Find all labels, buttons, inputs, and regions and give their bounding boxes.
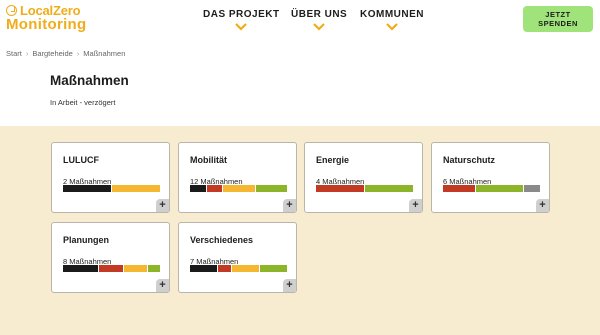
breadcrumb: Start › Bargteheide › Maßnahmen [6,49,125,58]
status-segment-red [99,265,123,272]
page-title: Maßnahmen [50,73,129,88]
sector-grid: LULUCF 2 Maßnahmen + Mobilität 12 Maßnah… [0,126,600,335]
status-segment-green [260,265,288,272]
sector-card-verschiedenes[interactable]: Verschiedenes 7 Maßnahmen + [178,222,297,293]
status-segment-black [63,265,99,272]
nav-label: KOMMUNEN [360,9,424,20]
breadcrumb-bargteheide[interactable]: Bargteheide [32,49,72,58]
breadcrumb-start[interactable]: Start [6,49,22,58]
status-segment-yellow [112,185,160,192]
nav-das-projekt[interactable]: DAS PROJEKT [203,9,280,31]
status-segment-red [316,185,364,192]
chevron-down-icon [386,23,398,31]
chevron-down-icon [313,23,325,31]
plus-icon[interactable]: + [283,279,296,292]
status-segment-green [475,185,524,192]
plus-icon[interactable]: + [156,199,169,212]
card-title: Verschiedenes [190,235,254,245]
donate-button[interactable]: JETZT SPENDEN [523,6,593,32]
site-header: LocalZero Monitoring DAS PROJEKT ÜBER UN… [0,0,600,40]
logo[interactable]: LocalZero Monitoring [6,3,86,33]
status-segment-red [217,265,232,272]
sector-card-energie[interactable]: Energie 4 Maßnahmen + [304,142,423,213]
plus-icon[interactable]: + [156,279,169,292]
logo-text-monitoring: Monitoring [6,16,87,33]
nav-label: DAS PROJEKT [203,9,280,20]
sector-card-planungen[interactable]: Planungen 8 Maßnahmen + [51,222,170,293]
plus-icon[interactable]: + [409,199,422,212]
status-bar [190,265,288,272]
status-segment-yellow [223,185,255,192]
status-segment-yellow [123,265,148,272]
status-segment-black [190,265,217,272]
status-segment-yellow [232,265,260,272]
card-title: Mobilität [190,155,227,165]
card-title: Naturschutz [443,155,496,165]
status-segment-green [148,265,161,272]
breadcrumb-separator: › [76,49,80,58]
donate-button-line2: SPENDEN [538,19,578,28]
status-segment-black [190,185,206,192]
status-segment-green [255,185,287,192]
sector-card-naturschutz[interactable]: Naturschutz 6 Maßnahmen + [431,142,550,213]
status-segment-red [443,185,475,192]
status-bar [443,185,540,192]
donate-button-line1: JETZT [545,10,571,19]
logo-line1: LocalZero [6,3,86,18]
status-segment-black [63,185,111,192]
status-segment-green [365,185,413,192]
status-bar [63,265,161,272]
plus-icon[interactable]: + [283,199,296,212]
chevron-down-icon [235,23,248,31]
status-segment-gray [524,185,540,192]
sector-card-mobilitaet[interactable]: Mobilität 12 Maßnahmen + [178,142,297,213]
plus-icon[interactable]: + [536,199,549,212]
status-bar [316,185,413,192]
status-bar [63,185,160,192]
status-segment-red [206,185,223,192]
breadcrumb-separator: › [25,49,29,58]
card-title: Energie [316,155,350,165]
nav-kommunen[interactable]: KOMMUNEN [360,9,424,31]
status-bar [190,185,287,192]
logo-check-icon [6,4,17,16]
card-title: LULUCF [63,155,99,165]
breadcrumb-massnahmen: Maßnahmen [83,49,126,58]
nav-ueber-uns[interactable]: ÜBER UNS [291,9,347,31]
card-title: Planungen [63,235,110,245]
sector-card-lulucf[interactable]: LULUCF 2 Maßnahmen + [51,142,170,213]
status-text: In Arbeit - verzögert [50,98,116,107]
nav-label: ÜBER UNS [291,9,348,20]
